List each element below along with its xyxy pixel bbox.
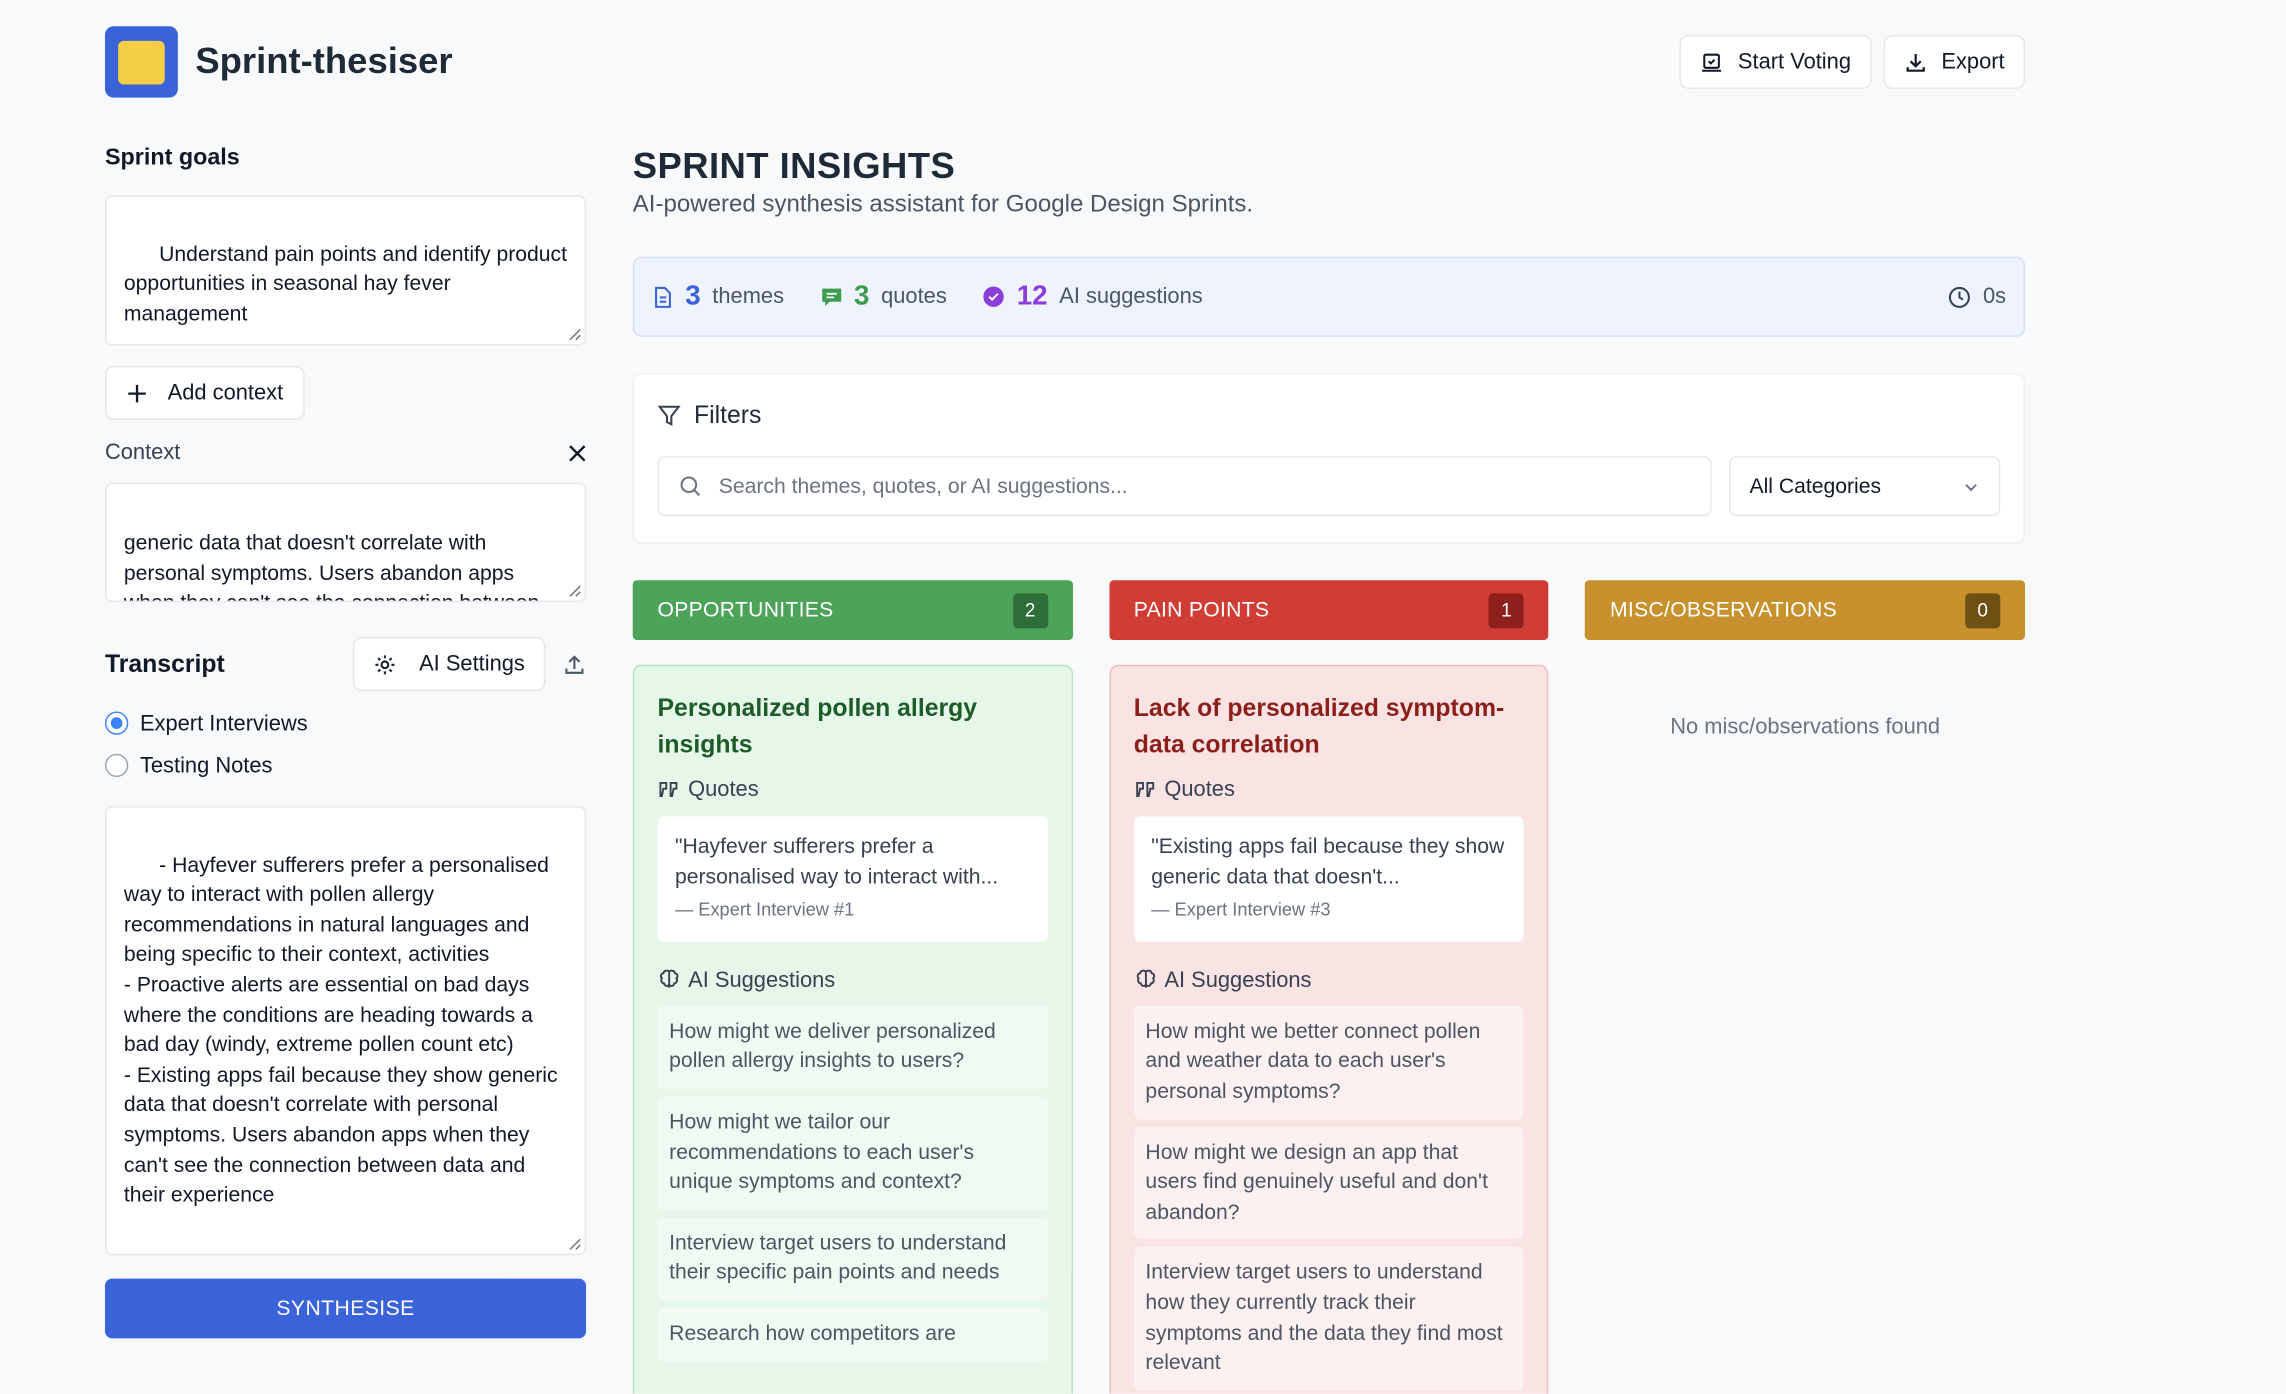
start-voting-label: Start Voting (1737, 49, 1852, 75)
app-header: Sprint-thesiser Start Voting Export (104, 26, 2026, 98)
brain-icon (658, 968, 681, 991)
filters-title: Filters (693, 400, 762, 429)
empty-state: No misc/observations found (1670, 714, 1941, 740)
column-opportunities: OPPORTUNITIES 2 Personalized pollen alle… (632, 580, 1073, 1394)
ai-settings-button[interactable]: AI Settings (353, 637, 546, 692)
suggestion-item[interactable]: Interview target users to understand the… (657, 1216, 1048, 1301)
ai-badge-icon (983, 286, 1005, 308)
page-title: SPRINT INSIGHTS (632, 145, 956, 187)
download-icon (1903, 50, 1926, 73)
count-badge: 1 (1489, 592, 1525, 628)
theme-card[interactable]: Lack of personalized symptom-data correl… (1108, 664, 1549, 1394)
transcript-label: Transcript (104, 649, 225, 678)
theme-card[interactable]: Personalized pollen allergy insights Quo… (632, 664, 1073, 1394)
theme-title: Personalized pollen allergy insights (657, 693, 978, 759)
main-panel: SPRINT INSIGHTS AI-powered synthesis ass… (632, 145, 2026, 1394)
voting-icon (1700, 50, 1723, 73)
start-voting-button[interactable]: Start Voting (1679, 34, 1872, 89)
context-label: Context (104, 440, 181, 466)
column-pain-points: PAIN POINTS 1 Lack of personalized sympt… (1108, 580, 1549, 1394)
category-select[interactable]: All Categories (1729, 456, 2001, 517)
radio-testing-notes[interactable]: Testing Notes (104, 751, 586, 780)
app-logo (104, 26, 178, 98)
count-badge: 0 (1965, 592, 2001, 628)
theme-title: Lack of personalized symptom-data correl… (1133, 693, 1505, 759)
quote-icon (1134, 778, 1157, 801)
synthesise-button[interactable]: SYNTHESISE (104, 1278, 587, 1339)
quote-card[interactable]: "Hayfever sufferers prefer a personalise… (657, 816, 1048, 942)
filters-panel: Filters Search themes, quotes, or AI sug… (632, 373, 2026, 544)
context-textarea[interactable]: generic data that doesn't correlate with… (104, 482, 587, 603)
brain-icon (1134, 968, 1157, 991)
suggestion-item[interactable]: How might we tailor our recommendations … (657, 1096, 1048, 1210)
app-title: Sprint-thesiser (195, 40, 453, 82)
stat-quotes: 3 quotes (820, 281, 947, 313)
plus-icon (127, 383, 147, 403)
quote-card[interactable]: "Existing apps fail because they show ge… (1133, 816, 1525, 942)
column-header-misc: MISC/OBSERVATIONS 0 (1585, 580, 2026, 641)
sprint-goals-textarea[interactable]: Understand pain points and identify prod… (104, 195, 587, 346)
export-button[interactable]: Export (1883, 34, 2026, 89)
search-icon (679, 475, 701, 497)
quotes-heading: Quotes (1134, 777, 1524, 802)
ai-suggestions-heading: AI Suggestions (1134, 968, 1524, 993)
filter-icon (657, 404, 681, 427)
ai-suggestions-heading: AI Suggestions (658, 968, 1048, 993)
suggestion-item[interactable]: How might we better connect pollen and w… (1133, 1005, 1525, 1120)
export-label: Export (1941, 49, 2005, 75)
count-badge: 2 (1012, 592, 1048, 628)
stat-timer: 0s (1948, 284, 2006, 309)
stat-themes: 3 themes (652, 281, 784, 313)
sprint-goals-label: Sprint goals (104, 145, 240, 171)
quotes-heading: Quotes (658, 777, 1048, 802)
left-panel: Sprint goals Understand pain points and … (104, 145, 587, 1339)
stats-bar: 3 themes 3 quotes 12 AI suggestions 0s (632, 256, 2026, 337)
search-input[interactable]: Search themes, quotes, or AI suggestions… (657, 456, 1712, 517)
clock-icon (1948, 285, 1971, 308)
transcript-textarea[interactable]: - Hayfever sufferers prefer a personalis… (104, 806, 587, 1256)
suggestion-item[interactable]: How might we design an app that users fi… (1133, 1126, 1525, 1240)
column-misc-observations: MISC/OBSERVATIONS 0 No misc/observations… (1585, 580, 2026, 1394)
page-subtitle: AI-powered synthesis assistant for Googl… (632, 190, 1254, 218)
suggestion-item[interactable]: How might we deliver personalized pollen… (657, 1005, 1048, 1090)
upload-icon[interactable] (563, 652, 586, 675)
close-context-icon[interactable] (569, 444, 586, 461)
chevron-down-icon (1962, 477, 1979, 494)
message-icon (820, 286, 842, 306)
add-context-button[interactable]: Add context (104, 365, 306, 420)
suggestion-item[interactable]: Research how competitors are (657, 1307, 1048, 1361)
radio-expert-interviews[interactable]: Expert Interviews (104, 709, 586, 738)
column-header-opportunities: OPPORTUNITIES 2 (632, 580, 1073, 641)
suggestion-item[interactable]: Interview target users to understand how… (1133, 1247, 1525, 1391)
document-icon (652, 285, 674, 308)
quote-icon (658, 778, 681, 801)
column-header-pain-points: PAIN POINTS 1 (1108, 580, 1549, 641)
gear-icon (374, 652, 397, 675)
stat-ai-suggestions: 12 AI suggestions (983, 281, 1203, 313)
